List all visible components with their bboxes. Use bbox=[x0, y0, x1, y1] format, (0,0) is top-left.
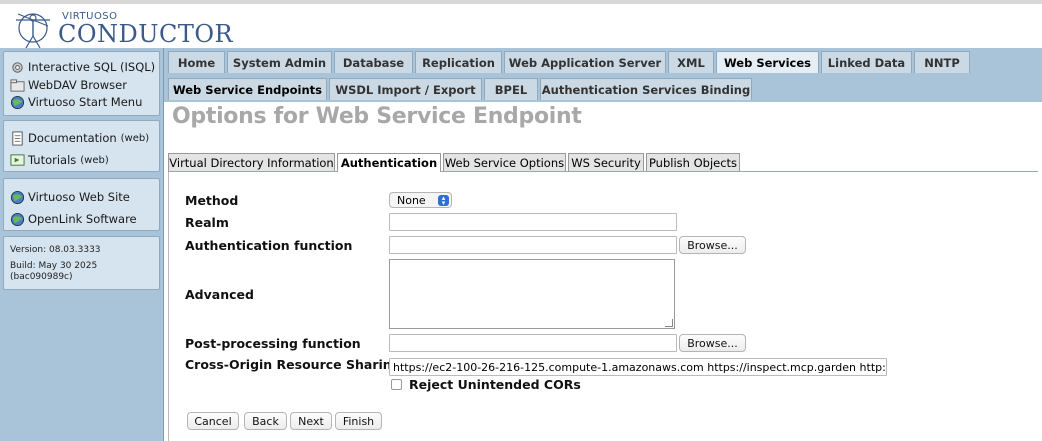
tab-system-admin[interactable]: System Admin bbox=[227, 51, 332, 73]
sidebar-version-box: Version: 08.03.3333 Build: May 30 2025 (… bbox=[3, 236, 160, 290]
tab-publish-objects[interactable]: Publish Objects bbox=[646, 153, 740, 171]
tab-bpel[interactable]: BPEL bbox=[484, 78, 538, 100]
method-select-value: None bbox=[397, 193, 426, 207]
sidebar-item-label: Interactive SQL (ISQL) bbox=[28, 60, 156, 74]
sidebar-item-label: OpenLink Software bbox=[28, 212, 137, 226]
tab-wsdl-import-export[interactable]: WSDL Import / Export bbox=[329, 78, 482, 100]
sidebar-item-label: Virtuoso Web Site bbox=[28, 190, 130, 204]
logo-large-text: CONDUCTOR bbox=[58, 20, 234, 48]
section-tab-bar: Virtual Directory Information Authentica… bbox=[168, 153, 1038, 172]
sidebar-item-start-menu[interactable]: Virtuoso Start Menu bbox=[10, 94, 142, 110]
build-date-text: Build: May 30 2025 bbox=[10, 261, 98, 271]
sidebar-item-label: Tutorials bbox=[28, 153, 77, 167]
folder-icon bbox=[10, 78, 25, 92]
tab-nntp[interactable]: NNTP bbox=[914, 51, 970, 73]
sidebar-item-note: (web) bbox=[80, 154, 109, 166]
tab-database[interactable]: Database bbox=[334, 51, 413, 73]
globe-icon bbox=[10, 95, 25, 109]
reject-cors-checkbox[interactable] bbox=[391, 379, 402, 390]
tab-authentication[interactable]: Authentication bbox=[337, 153, 441, 172]
advanced-textarea[interactable] bbox=[389, 259, 675, 329]
sidebar: Interactive SQL (ISQL) WebDAV Browser Vi… bbox=[0, 48, 164, 441]
post-processing-browse-button[interactable]: Browse... bbox=[679, 334, 746, 352]
sidebar-tools-box: Interactive SQL (ISQL) WebDAV Browser Vi… bbox=[3, 51, 160, 116]
tab-home[interactable]: Home bbox=[168, 51, 225, 73]
method-select[interactable]: None ▴ ▾ bbox=[389, 192, 452, 208]
tab-web-service-options[interactable]: Web Service Options bbox=[443, 153, 566, 171]
sidebar-item-webdav[interactable]: WebDAV Browser bbox=[10, 77, 127, 93]
back-button[interactable]: Back bbox=[244, 412, 287, 430]
post-processing-input[interactable] bbox=[389, 334, 677, 352]
next-button[interactable]: Next bbox=[290, 412, 332, 430]
main-content: Home System Admin Database Replication W… bbox=[164, 48, 1042, 441]
tab-virtual-directory-information[interactable]: Virtual Directory Information bbox=[168, 153, 335, 171]
version-text: Version: 08.03.3333 bbox=[10, 245, 101, 255]
tab-web-services[interactable]: Web Services bbox=[716, 51, 819, 73]
tab-web-service-endpoints[interactable]: Web Service Endpoints bbox=[168, 78, 327, 100]
post-processing-label: Post-processing function bbox=[185, 336, 361, 351]
realm-input[interactable] bbox=[389, 213, 677, 231]
sidebar-item-virtuoso-site[interactable]: Virtuoso Web Site bbox=[10, 189, 130, 205]
advanced-label: Advanced bbox=[185, 287, 254, 302]
tab-authentication-services-binding[interactable]: Authentication Services Binding bbox=[540, 78, 752, 100]
realm-label: Realm bbox=[185, 215, 229, 230]
auth-function-browse-button[interactable]: Browse... bbox=[679, 236, 746, 254]
cors-input[interactable]: https://ec2-100-26-216-125.compute-1.ama… bbox=[389, 358, 887, 376]
document-icon bbox=[12, 130, 23, 146]
resize-grip-icon[interactable] bbox=[665, 319, 673, 327]
finish-button[interactable]: Finish bbox=[335, 412, 382, 430]
build-hash-text: (bac090989c) bbox=[10, 272, 73, 282]
method-label: Method bbox=[185, 193, 239, 208]
sidebar-docs-box: Documentation (web) Tutorials (web) bbox=[3, 120, 160, 172]
tutorial-icon bbox=[10, 153, 25, 166]
sidebar-item-documentation[interactable]: Documentation (web) bbox=[10, 130, 149, 146]
tab-ws-security[interactable]: WS Security bbox=[568, 153, 644, 171]
select-arrows-icon: ▴ ▾ bbox=[438, 194, 449, 206]
sidebar-item-label: WebDAV Browser bbox=[28, 78, 127, 92]
sidebar-item-openlink[interactable]: OpenLink Software bbox=[10, 211, 137, 227]
gear-icon bbox=[12, 61, 23, 73]
cancel-button[interactable]: Cancel bbox=[187, 412, 239, 430]
auth-function-label: Authentication function bbox=[185, 238, 353, 253]
app-header: VIRTUOSO CONDUCTOR bbox=[0, 4, 1042, 50]
page-title: Options for Web Service Endpoint bbox=[172, 104, 582, 129]
conductor-logo[interactable]: VIRTUOSO CONDUCTOR bbox=[8, 6, 233, 50]
tab-replication[interactable]: Replication bbox=[415, 51, 502, 73]
cors-label: Cross-Origin Resource Sharing bbox=[185, 357, 401, 372]
globe-icon bbox=[10, 212, 25, 226]
globe-icon bbox=[10, 190, 25, 204]
vitruvian-man-icon bbox=[16, 13, 50, 49]
sidebar-item-note: (web) bbox=[120, 132, 150, 144]
main-tab-bar: Home System Admin Database Replication W… bbox=[164, 48, 1042, 75]
sidebar-item-tutorials[interactable]: Tutorials (web) bbox=[10, 152, 109, 168]
tab-linked-data[interactable]: Linked Data bbox=[821, 51, 912, 73]
reject-cors-label: Reject Unintended CORs bbox=[409, 377, 581, 392]
sidebar-item-label: Virtuoso Start Menu bbox=[28, 95, 143, 109]
authentication-form: Method None ▴ ▾ Realm Authentication func… bbox=[168, 172, 1039, 441]
tab-xml[interactable]: XML bbox=[668, 51, 714, 73]
auth-function-input[interactable] bbox=[389, 236, 677, 254]
sidebar-links-box: Virtuoso Web Site OpenLink Software bbox=[3, 178, 160, 231]
sidebar-item-isql[interactable]: Interactive SQL (ISQL) bbox=[10, 59, 155, 75]
sub-tab-bar: Web Service Endpoints WSDL Import / Expo… bbox=[164, 75, 1042, 102]
tab-web-application-server[interactable]: Web Application Server bbox=[504, 51, 666, 73]
sidebar-item-label: Documentation bbox=[28, 131, 117, 145]
